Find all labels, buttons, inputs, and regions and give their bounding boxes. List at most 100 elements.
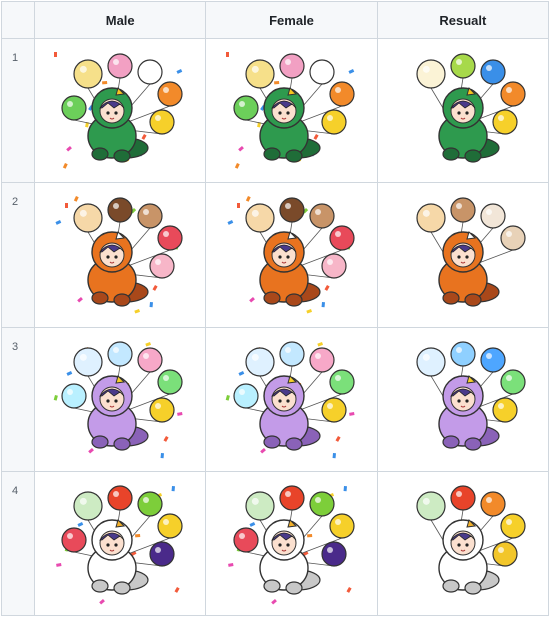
confetti-piece	[160, 453, 165, 459]
balloon-shine	[422, 498, 430, 506]
balloon-shine	[80, 209, 88, 217]
balloon-shine	[80, 65, 88, 73]
confetti-piece	[63, 162, 68, 169]
female-cell	[205, 326, 378, 472]
character-eye	[114, 543, 118, 547]
confetti-piece	[176, 68, 183, 74]
balloon	[320, 109, 347, 135]
confetti-piece	[346, 587, 352, 594]
balloon-shine	[113, 58, 120, 65]
confetti-piece	[102, 80, 108, 85]
result-cell	[376, 182, 550, 328]
balloon-shine	[113, 202, 120, 209]
row-index: 4	[0, 470, 36, 617]
female-cell	[205, 37, 378, 184]
balloon	[320, 541, 347, 567]
female-dinosaur-sprite	[225, 51, 355, 169]
balloon	[157, 225, 183, 251]
costume-foot	[113, 437, 131, 451]
result-unicorn-sprite	[416, 341, 526, 451]
balloon-shine	[67, 100, 74, 107]
costume-foot	[113, 293, 131, 307]
costume-foot	[262, 435, 281, 449]
confetti-piece	[306, 534, 312, 538]
character-eye	[106, 543, 110, 547]
confetti-piece	[66, 145, 73, 152]
confetti-piece	[134, 308, 141, 314]
balloon-shine	[334, 86, 341, 93]
confetti-piece	[99, 599, 106, 605]
header-male[interactable]: Male	[34, 1, 207, 39]
balloon	[278, 341, 305, 367]
balloon	[450, 53, 476, 79]
balloon	[244, 347, 275, 377]
female-cell	[205, 182, 378, 328]
balloon	[328, 225, 355, 251]
balloon-shine	[284, 58, 291, 65]
balloon-shine	[485, 64, 492, 71]
header-index	[0, 1, 36, 39]
balloon	[244, 491, 275, 521]
confetti-piece	[313, 133, 319, 140]
confetti-piece	[305, 308, 312, 314]
header-female[interactable]: Female	[205, 1, 378, 39]
header-row: Male Female Resualt	[0, 1, 550, 39]
balloon-shine	[497, 114, 504, 121]
costume-foot	[262, 579, 281, 593]
costume-foot	[442, 147, 460, 161]
confetti-piece	[77, 296, 84, 303]
balloon	[416, 203, 446, 233]
confetti-piece	[225, 395, 230, 401]
balloon-shine	[238, 533, 245, 540]
confetti-piece	[248, 522, 255, 528]
confetti-piece	[225, 51, 229, 57]
balloon-shine	[485, 353, 492, 360]
balloon	[107, 485, 133, 511]
balloon-shine	[505, 519, 512, 526]
balloon-shine	[284, 347, 291, 354]
costume-foot	[284, 437, 303, 451]
balloon	[308, 347, 335, 373]
result-cell	[376, 470, 550, 617]
confetti-piece	[77, 522, 84, 528]
header-result[interactable]: Resualt	[376, 1, 550, 39]
confetti-piece	[335, 436, 341, 442]
balloon	[149, 397, 175, 423]
balloon-shine	[155, 403, 162, 410]
balloon-shine	[505, 375, 512, 382]
balloon-shine	[163, 230, 170, 237]
balloon-shine	[455, 58, 462, 65]
balloon-shine	[422, 209, 430, 217]
confetti-piece	[53, 395, 59, 401]
balloon	[149, 253, 175, 279]
balloon	[157, 369, 183, 395]
result-dinosaur-sprite	[416, 53, 526, 163]
confetti-piece	[152, 284, 158, 291]
costume-foot	[442, 435, 460, 449]
confetti-piece	[174, 587, 180, 594]
balloon-shine	[505, 230, 512, 237]
confetti-piece	[324, 284, 330, 291]
costume-foot	[113, 149, 131, 163]
confetti-piece	[316, 342, 323, 347]
confetti-piece	[177, 412, 183, 416]
confetti-piece	[259, 448, 266, 454]
character-eye	[285, 255, 290, 259]
balloon-shine	[326, 547, 333, 554]
confetti-piece	[55, 219, 62, 225]
character-eye	[465, 111, 469, 115]
costume-foot	[442, 291, 460, 305]
balloon	[308, 59, 335, 85]
confetti-piece	[145, 342, 152, 347]
balloon-shine	[314, 64, 321, 71]
balloon	[244, 203, 275, 233]
character-eye	[106, 399, 110, 403]
balloon	[450, 341, 476, 367]
character-eye	[114, 255, 118, 259]
balloon	[137, 59, 163, 85]
confetti-piece	[56, 563, 62, 568]
character-eye	[457, 399, 461, 403]
balloon	[492, 541, 518, 567]
confetti-piece	[270, 599, 277, 605]
costume-foot	[464, 149, 482, 163]
